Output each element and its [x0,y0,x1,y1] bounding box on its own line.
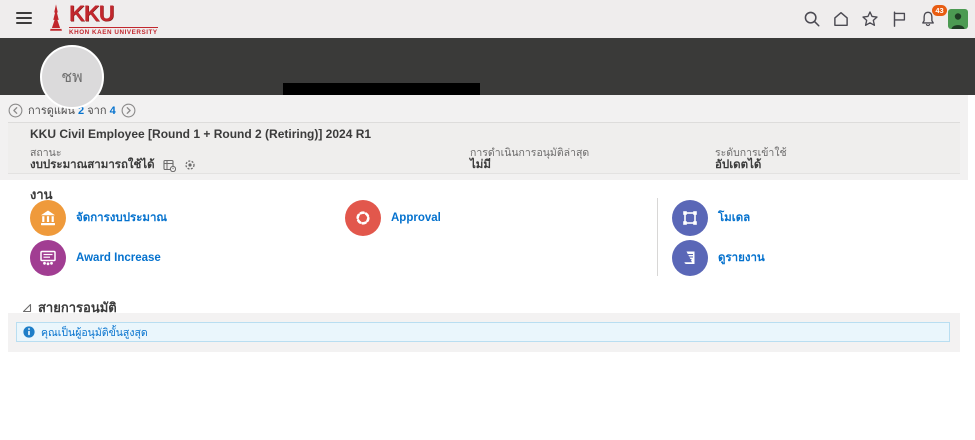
info-icon [23,326,35,338]
task-manage-budgets[interactable]: จัดการงบประมาณ [30,200,167,236]
topbar-actions: 43 [803,0,968,38]
kku-spire-icon [46,3,66,33]
approval-chain-area: คุณเป็นผู้อนุมัติขั้นสูงสุด [8,313,960,352]
plan-nav-total: 4 [110,105,116,117]
approval-ring-icon [345,200,381,236]
user-avatar[interactable] [948,9,968,29]
gear-icon[interactable] [184,159,196,171]
plan-title: KKU Civil Employee [Round 1 + Round 2 (R… [30,127,371,141]
plan-summary-panel: KKU Civil Employee [Round 1 + Round 2 (R… [8,122,960,174]
bank-icon [30,200,66,236]
access-level-value: อัปเดตได้ [715,156,761,174]
search-icon[interactable] [803,10,821,28]
task-model[interactable]: โมเดล [672,200,750,236]
tasks-column-divider [657,198,658,276]
hamburger-menu-icon[interactable] [16,12,32,26]
last-approval-value: ไม่มี [470,156,491,174]
favorites-star-icon[interactable] [861,10,879,28]
plan-summary-zone: การดูแผน 2 จาก 4 KKU Civil Employee [Rou… [0,95,968,180]
task-view-reports[interactable]: ดูรายงาน [672,240,765,276]
task-approval[interactable]: Approval [345,200,441,236]
info-message-text: คุณเป็นผู้อนุมัติขั้นสูงสุด [41,324,148,341]
status-value: งบประมาณสามารถใช้ได้ [30,156,155,174]
notifications-button[interactable]: 43 [919,10,937,28]
report-icon [672,240,708,276]
flag-icon[interactable] [890,10,908,28]
task-label: จัดการงบประมาณ [76,209,167,227]
status-value-row: งบประมาณสามารถใช้ได้ [30,156,196,174]
page: KKU KHON KAEN UNIVERSITY [0,0,975,440]
notification-badge: 43 [932,5,947,16]
task-label: Approval [391,212,441,224]
kku-logo[interactable]: KKU KHON KAEN UNIVERSITY [46,3,158,36]
task-award-increase[interactable]: Award Increase [30,240,161,276]
previous-plan-icon[interactable] [8,103,23,118]
task-label: โมเดล [718,209,750,227]
plan-avatar-initials: ชพ [61,65,82,90]
brand-subtitle: KHON KAEN UNIVERSITY [69,27,158,36]
plan-avatar: ชพ [40,45,104,109]
collapse-triangle-icon [22,303,32,313]
info-message-bar: คุณเป็นผู้อนุมัติขั้นสูงสุด [16,322,950,342]
topbar: KKU KHON KAEN UNIVERSITY [0,0,975,38]
home-icon[interactable] [832,10,850,28]
brand-text: KKU [69,3,158,25]
budget-details-icon[interactable] [163,159,176,172]
model-frame-icon [672,200,708,236]
task-label: ดูรายงาน [718,249,765,267]
next-plan-icon[interactable] [121,103,136,118]
task-label: Award Increase [76,252,161,264]
presentation-icon [30,240,66,276]
page-header-bar: การจ่ายค่าตอบแทนพนักงาน: ? [0,38,975,95]
